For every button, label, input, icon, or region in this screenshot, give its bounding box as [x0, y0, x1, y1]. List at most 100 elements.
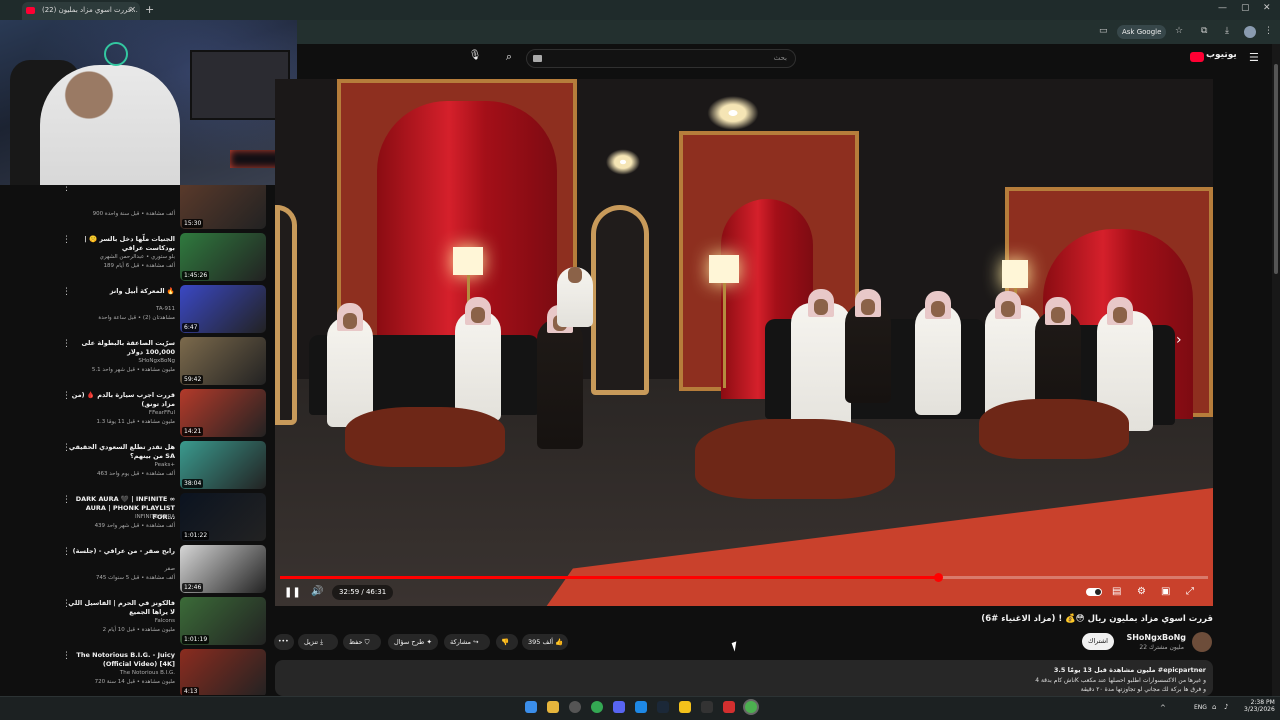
video-title[interactable]: قررت اجرب سيارة بالدم 🩸 (من مزاد تونق) — [65, 391, 175, 409]
progress-bar[interactable] — [280, 573, 1208, 582]
video-channel[interactable]: FFearFFul — [65, 410, 175, 416]
related-video-item[interactable]: 12:46 رابح صقر - من عراقي - (جلسة) صقر 745 … — [0, 545, 275, 595]
keyboard-icon[interactable] — [533, 55, 542, 62]
autoplay-toggle[interactable] — [1086, 588, 1102, 596]
ask-button[interactable]: طرح سؤال ✦ — [388, 634, 438, 650]
terminal-icon[interactable] — [701, 701, 713, 713]
video-title[interactable]: The Notorious B.I.G. - Juicy (Official V… — [65, 651, 175, 669]
tray-chevron-icon[interactable]: ^ — [1160, 704, 1166, 712]
video-channel[interactable]: The Notorious B.I.G. — [65, 670, 175, 676]
related-video-item[interactable]: 4:13 The Notorious B.I.G. - Juicy (Offici… — [0, 649, 275, 695]
description-stats: 3.5 مليون مشاهدة قبل 13 يومًا #epicpartn… — [1053, 666, 1206, 674]
video-title[interactable]: رابح صقر - من عراقي - (جلسة) — [65, 547, 175, 556]
maximize-icon[interactable]: ▢ — [1241, 3, 1250, 13]
pause-icon[interactable]: ❚❚ — [284, 587, 301, 598]
settings-app-icon[interactable] — [569, 701, 581, 713]
related-video-item[interactable]: 1:45:26 الجنيات ملّها دخل بالسر 🤫 | بودكا… — [0, 233, 275, 283]
download-icon[interactable]: ⤓ — [1225, 26, 1229, 36]
video-channel[interactable]: Peaks+ — [65, 462, 175, 468]
page-scrollbar[interactable] — [1272, 44, 1280, 696]
taskbar-clock[interactable]: 2:38 PM 3/23/2026 — [1244, 699, 1275, 713]
channel-name[interactable]: SHoNgxBoNg — [1126, 633, 1186, 642]
subtitles-icon[interactable]: ▤ — [1112, 586, 1121, 597]
share-button[interactable]: مشاركة ↪ — [444, 634, 490, 650]
related-video-item[interactable]: 6:47 المعركة أبيل وانز 🔥 TA-911 مشاهدتان (2… — [0, 285, 275, 335]
extensions-icon[interactable]: ⧉ — [1201, 26, 1207, 36]
star-icon[interactable]: ☆ — [1175, 26, 1183, 36]
video-player[interactable] — [275, 79, 1213, 606]
volume-icon[interactable]: 🔊 — [311, 586, 323, 597]
channel-avatar[interactable] — [1192, 632, 1212, 652]
related-video-item[interactable]: 1:01:22 DARK AURA 🖤 | INFINITE ∞ AURA | P… — [0, 493, 275, 543]
video-channel[interactable]: بلو ستوري • عبدالرحمن الشهري — [65, 254, 175, 260]
video-channel[interactable]: INFINITE AURA — [65, 514, 175, 520]
next-chevron-icon[interactable]: › — [1176, 332, 1182, 348]
like-button[interactable]: 395 ألف 👍 — [522, 634, 568, 650]
chrome-active-icon[interactable] — [745, 701, 757, 713]
steam-icon[interactable] — [657, 701, 669, 713]
video-channel[interactable]: صقر — [65, 566, 176, 572]
close-tab-icon[interactable]: ✕ — [129, 5, 136, 14]
more-options-icon[interactable]: ⋮ — [62, 651, 71, 661]
video-title[interactable]: المعركة أبيل وانز 🔥 — [65, 287, 175, 296]
video-channel[interactable]: SHoNgxBoNg — [65, 358, 175, 364]
video-title[interactable]: الجنيات ملّها دخل بالسر 🤫 | بودكاست عراق… — [65, 235, 175, 253]
dislike-button[interactable]: 👎 — [496, 634, 518, 650]
browser-tab[interactable]: (22) قررت اسوي مزاد بمليون... ✕ — [22, 2, 140, 20]
more-options-icon[interactable]: ⋮ — [62, 235, 71, 245]
voice-search-icon[interactable]: 🎙 — [466, 50, 484, 68]
more-options-icon[interactable]: ⋮ — [62, 339, 71, 349]
input-language[interactable]: ENG — [1194, 704, 1207, 711]
video-title[interactable]: فالكونز في الحرم | الفاسيل اللي لا يراها… — [65, 599, 175, 617]
streamer-logo-icon — [104, 42, 128, 66]
notes-app-icon[interactable] — [679, 701, 691, 713]
video-channel[interactable]: TA-911 — [65, 306, 175, 312]
close-window-icon[interactable]: ✕ — [1263, 3, 1271, 13]
more-options-icon[interactable]: ⋮ — [62, 443, 71, 453]
mail-icon[interactable] — [635, 701, 647, 713]
progress-scrubber[interactable] — [933, 573, 943, 582]
video-title[interactable]: سرّيت الصاعقة بالبطولة على 100,000 دولار — [65, 339, 175, 357]
search-icon[interactable]: ⌕ — [500, 50, 518, 68]
related-video-item[interactable]: 1:01:19 فالكونز في الحرم | الفاسيل اللي ل… — [0, 597, 275, 647]
more-options-icon[interactable]: ⋮ — [62, 547, 71, 557]
guide-menu-icon[interactable]: ☰ — [1249, 51, 1259, 64]
download-button[interactable]: تنزيل ⤓ — [298, 634, 338, 650]
settings-gear-icon[interactable]: ⚙ — [1137, 586, 1146, 597]
related-video-item[interactable]: 14:21 قررت اجرب سيارة بالدم 🩸 (من مزاد تو… — [0, 389, 275, 439]
more-options-icon[interactable]: ⋮ — [62, 495, 71, 505]
windows-start-icon[interactable] — [525, 701, 537, 713]
profile-avatar[interactable] — [1244, 26, 1256, 38]
minimize-icon[interactable]: — — [1218, 3, 1227, 13]
related-video-item[interactable]: 38:04 هل تقدر تطلع السعودي الحقيقي من بين… — [0, 441, 275, 491]
ask-google-button[interactable]: Ask Google — [1117, 25, 1167, 39]
file-explorer-icon[interactable] — [547, 701, 559, 713]
save-button[interactable]: حفظ ⛉ — [343, 634, 381, 650]
speaker-icon[interactable]: ♪ — [1224, 703, 1228, 711]
related-video-item[interactable]: 59:42 سرّيت الصاعقة بالبطولة على 100,000 … — [0, 337, 275, 387]
miniplayer-icon[interactable]: ▣ — [1161, 586, 1170, 597]
youtube-logo-icon[interactable] — [1190, 52, 1204, 62]
new-tab-button[interactable]: + — [145, 3, 154, 16]
more-actions-button[interactable]: ••• — [274, 634, 294, 650]
related-videos-list: 15:30 900 ألف مشاهدة • قبل سنة واحدة ⋮ 1:45… — [0, 185, 275, 695]
webcam-overlay — [0, 20, 297, 185]
more-options-icon[interactable]: ⋮ — [62, 185, 71, 193]
clock-date: 3/23/2026 — [1244, 706, 1275, 713]
fullscreen-icon[interactable]: ⤢ — [1186, 586, 1194, 597]
search-input[interactable]: بحث — [526, 49, 796, 68]
discord-icon[interactable] — [613, 701, 625, 713]
browser-menu-icon[interactable]: ⋮ — [1264, 26, 1273, 36]
more-options-icon[interactable]: ⋮ — [62, 391, 71, 401]
more-options-icon[interactable]: ⋮ — [62, 599, 71, 609]
network-icon[interactable]: ⌂ — [1212, 703, 1216, 711]
more-options-icon[interactable]: ⋮ — [62, 287, 71, 297]
video-channel[interactable]: Falcons — [65, 618, 175, 624]
recorder-icon[interactable] — [723, 701, 735, 713]
youtube-logo-text[interactable]: يوتيوب — [1206, 50, 1237, 60]
chrome-icon[interactable] — [591, 701, 603, 713]
related-video-item[interactable]: 15:30 900 ألف مشاهدة • قبل سنة واحدة ⋮ — [0, 185, 275, 231]
subscribe-button[interactable]: اشتراك — [1082, 633, 1114, 650]
video-title[interactable]: هل تقدر تطلع السعودي الحقيقي من بينهم؟ S… — [65, 443, 175, 461]
cast-icon[interactable]: ▭ — [1099, 26, 1108, 36]
